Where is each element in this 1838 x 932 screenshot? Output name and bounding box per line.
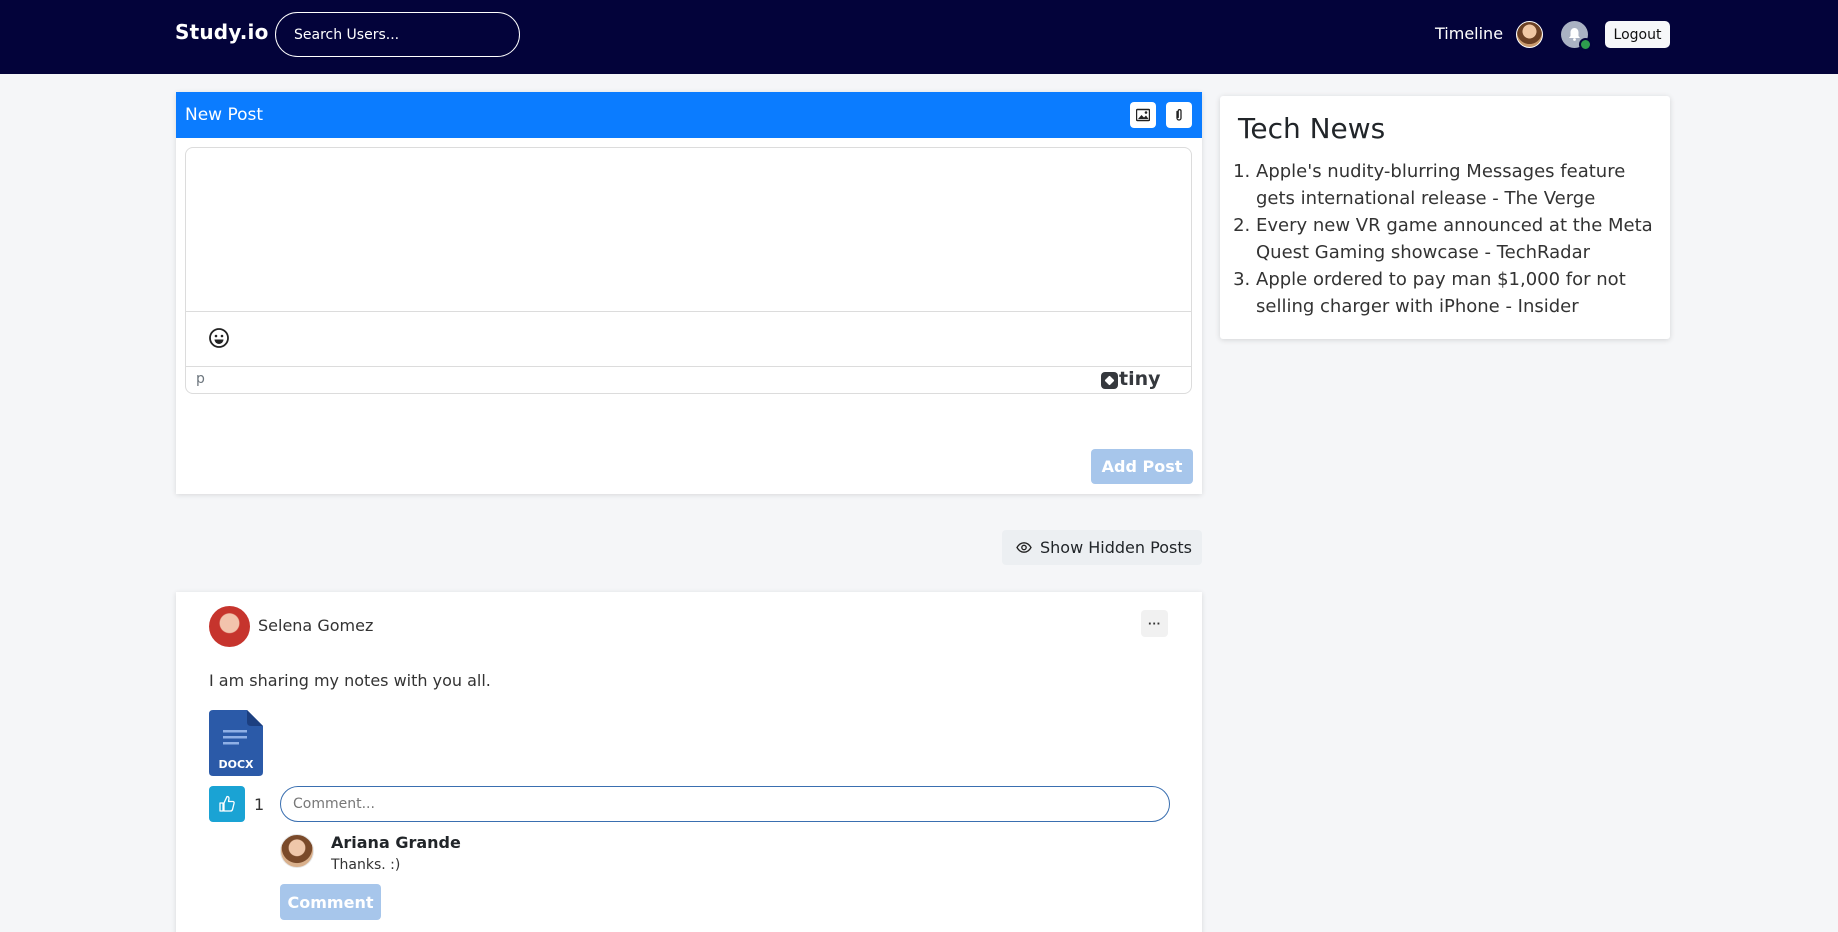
paperclip-icon xyxy=(1176,109,1182,121)
user-avatar[interactable] xyxy=(1516,21,1543,48)
online-status-dot xyxy=(1579,38,1592,51)
comment-input[interactable] xyxy=(280,786,1170,822)
docx-file-icon[interactable]: DOCX xyxy=(209,710,263,776)
commenter-avatar[interactable] xyxy=(280,834,314,868)
element-path[interactable]: p xyxy=(196,371,205,387)
editor-status-bar: p tiny xyxy=(186,366,1191,393)
eye-icon xyxy=(1016,542,1032,553)
attachment-type-label: DOCX xyxy=(218,758,254,771)
image-icon xyxy=(1136,108,1150,122)
rich-text-editor: p tiny xyxy=(185,147,1192,394)
brand-logo[interactable]: Study.io xyxy=(175,20,269,44)
show-hidden-posts-button[interactable]: Show Hidden Posts xyxy=(1002,530,1202,565)
tiny-brand-link[interactable]: tiny xyxy=(1119,368,1161,390)
tech-news-widget: Tech News Apple's nudity-blurring Messag… xyxy=(1220,96,1670,339)
like-count: 1 xyxy=(254,795,265,814)
post-author-name[interactable]: Selena Gomez xyxy=(258,616,373,635)
post-options-button[interactable]: ··· xyxy=(1141,610,1168,637)
emoji-icon[interactable] xyxy=(208,327,230,349)
editor-content-area[interactable] xyxy=(186,148,1191,312)
news-item[interactable]: Apple ordered to pay man $1,000 for not … xyxy=(1256,266,1656,320)
search-users-input[interactable] xyxy=(275,12,520,57)
feed-post: Selena Gomez ··· I am sharing my notes w… xyxy=(176,592,1202,932)
add-post-button[interactable]: Add Post xyxy=(1091,449,1193,484)
logout-button[interactable]: Logout xyxy=(1605,21,1670,48)
add-image-button[interactable] xyxy=(1130,102,1156,128)
commenter-name[interactable]: Ariana Grande xyxy=(331,833,461,852)
more-horizontal-icon: ··· xyxy=(1148,616,1161,631)
attach-file-button[interactable] xyxy=(1166,102,1192,128)
show-hidden-posts-label: Show Hidden Posts xyxy=(1040,538,1192,557)
post-body-text: I am sharing my notes with you all. xyxy=(209,671,491,690)
timeline-link[interactable]: Timeline xyxy=(1435,24,1503,43)
top-navbar: Study.io Timeline Logout xyxy=(0,0,1838,74)
news-item[interactable]: Every new VR game announced at the Meta … xyxy=(1256,212,1656,266)
thumbs-up-icon xyxy=(219,795,235,812)
like-button[interactable] xyxy=(209,786,245,822)
news-item[interactable]: Apple's nudity-blurring Messages feature… xyxy=(1256,158,1656,212)
comment-submit-button[interactable]: Comment xyxy=(280,884,381,920)
new-post-card: New Post p tiny Add Post xyxy=(176,92,1202,494)
author-avatar[interactable] xyxy=(209,606,250,647)
tech-news-list: Apple's nudity-blurring Messages feature… xyxy=(1256,158,1656,320)
notifications-button[interactable] xyxy=(1561,21,1592,51)
tiny-logo-icon xyxy=(1101,372,1118,389)
bell-icon xyxy=(1569,28,1580,41)
tech-news-title: Tech News xyxy=(1238,112,1386,145)
new-post-header: New Post xyxy=(176,92,1202,138)
comment-text: Thanks. :) xyxy=(331,857,401,873)
new-post-title: New Post xyxy=(185,105,264,125)
